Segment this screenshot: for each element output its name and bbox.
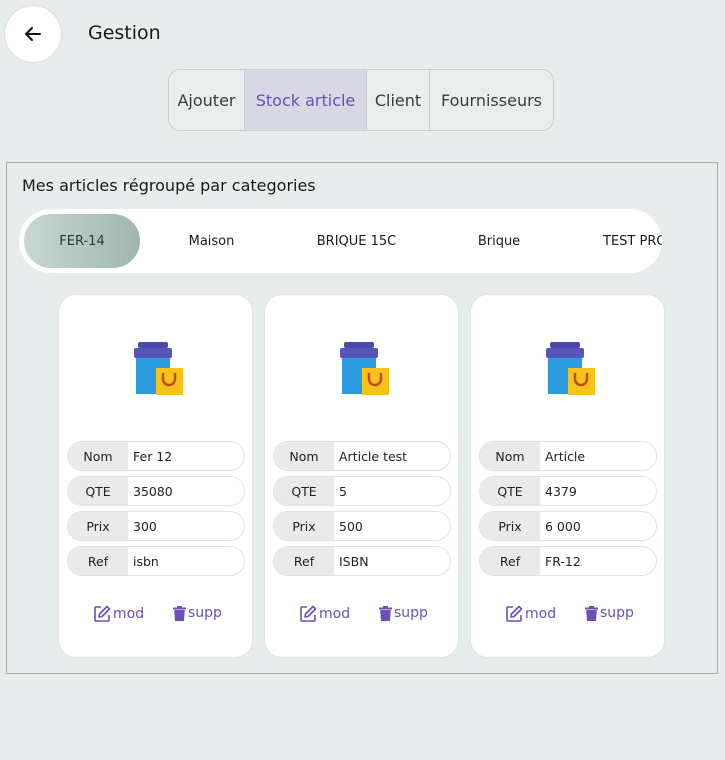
articles-panel: Mes articles régroupé par categories FER… — [6, 162, 718, 674]
field-value: 500 — [339, 518, 363, 534]
field-label: Ref — [68, 547, 128, 575]
header: Gestion — [0, 0, 725, 68]
field-nom: Nom Fer 12 — [67, 441, 245, 471]
panel-title: Mes articles régroupé par categories — [22, 176, 316, 195]
field-prix: Prix 500 — [273, 511, 451, 541]
delete-label: supp — [188, 605, 222, 621]
trash-icon — [173, 605, 186, 621]
field-label: QTE — [480, 477, 540, 505]
field-qte: QTE 35080 — [67, 476, 245, 506]
edit-label: mod — [319, 606, 351, 622]
field-ref: Ref ISBN — [273, 546, 451, 576]
delete-button[interactable]: supp — [379, 605, 428, 621]
field-qte: QTE 4379 — [479, 476, 657, 506]
article-card: Nom Article QTE 4379 Prix 6 000 Ref FR-1… — [470, 294, 665, 658]
trash-icon — [585, 605, 598, 621]
edit-button[interactable]: mod — [505, 605, 556, 623]
field-nom: Nom Article — [479, 441, 657, 471]
field-value: 35080 — [133, 483, 173, 499]
field-label: QTE — [274, 477, 334, 505]
delete-label: supp — [394, 605, 428, 621]
field-value: 4379 — [545, 483, 577, 499]
field-label: Nom — [274, 442, 334, 470]
delete-button[interactable]: supp — [173, 605, 222, 621]
edit-label: mod — [113, 606, 145, 622]
category-bar[interactable]: FER-14 Maison BRIQUE 15C Brique TEST PRO — [19, 209, 662, 273]
field-ref: Ref FR-12 — [479, 546, 657, 576]
article-card: Nom Article test QTE 5 Prix 500 Ref ISBN… — [264, 294, 459, 658]
shopping-bag-icon — [340, 342, 389, 395]
field-label: Prix — [274, 512, 334, 540]
field-ref: Ref isbn — [67, 546, 245, 576]
edit-button[interactable]: mod — [299, 605, 350, 623]
category-chip-brique[interactable]: Brique — [444, 214, 554, 268]
trash-icon — [379, 605, 392, 621]
field-label: Prix — [480, 512, 540, 540]
delete-button[interactable]: supp — [585, 605, 634, 621]
edit-icon — [94, 605, 111, 622]
delete-label: supp — [600, 605, 634, 621]
article-card: Nom Fer 12 QTE 35080 Prix 300 Ref isbn m… — [58, 294, 253, 658]
shopping-bag-icon — [546, 342, 595, 395]
field-label: QTE — [68, 477, 128, 505]
back-button[interactable] — [4, 5, 62, 63]
field-value: 6 000 — [545, 518, 581, 534]
edit-icon — [300, 605, 317, 622]
category-chip-brique-15c[interactable]: BRIQUE 15C — [294, 214, 419, 268]
field-value: Article test — [339, 448, 408, 464]
field-nom: Nom Article test — [273, 441, 451, 471]
field-value: Article — [545, 448, 586, 464]
tab-ajouter[interactable]: Ajouter — [169, 70, 245, 130]
field-value: 5 — [339, 483, 347, 499]
field-label: Nom — [68, 442, 128, 470]
field-value: FR-12 — [545, 553, 581, 569]
edit-label: mod — [525, 606, 557, 622]
edit-button[interactable]: mod — [93, 605, 144, 623]
tab-bar: Ajouter Stock article Client Fournisseur… — [168, 69, 554, 131]
category-chip-test-pro[interactable]: TEST PRO — [589, 214, 662, 268]
field-label: Ref — [274, 547, 334, 575]
field-prix: Prix 6 000 — [479, 511, 657, 541]
edit-icon — [506, 605, 523, 622]
field-label: Ref — [480, 547, 540, 575]
field-value: Fer 12 — [133, 448, 173, 464]
page-title: Gestion — [88, 22, 161, 44]
shopping-bag-icon — [134, 342, 183, 395]
field-label: Prix — [68, 512, 128, 540]
category-chip-maison[interactable]: Maison — [154, 214, 269, 268]
field-value: isbn — [133, 553, 159, 569]
tab-fournisseurs[interactable]: Fournisseurs — [430, 70, 553, 130]
category-chip-fer-14[interactable]: FER-14 — [24, 214, 140, 268]
field-label: Nom — [480, 442, 540, 470]
arrow-left-icon — [25, 27, 41, 41]
field-value: ISBN — [339, 553, 369, 569]
field-value: 300 — [133, 518, 157, 534]
tab-client[interactable]: Client — [367, 70, 430, 130]
field-prix: Prix 300 — [67, 511, 245, 541]
tab-stock-article[interactable]: Stock article — [245, 70, 367, 130]
field-qte: QTE 5 — [273, 476, 451, 506]
